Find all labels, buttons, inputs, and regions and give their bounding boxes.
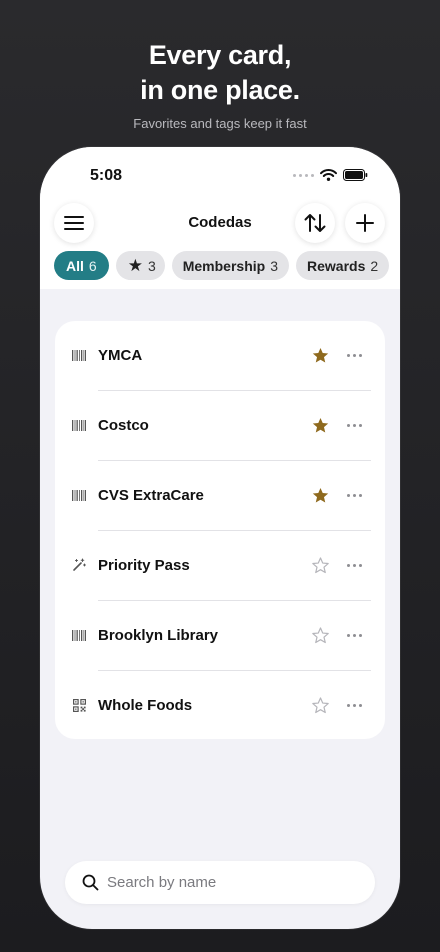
sort-arrows-icon (304, 214, 326, 232)
filter-chip-rewards[interactable]: Rewards 2 (296, 251, 390, 280)
barcode-icon (72, 488, 86, 502)
star-outline-icon[interactable] (311, 556, 330, 575)
search-input[interactable] (107, 861, 357, 904)
hero: Every card, in one place. Favorites and … (0, 38, 440, 131)
barcode-icon (72, 348, 86, 362)
card-name: Costco (98, 417, 149, 434)
list-item[interactable]: CVS ExtraCare (55, 461, 385, 531)
more-options-icon[interactable] (347, 424, 362, 427)
filter-chip-membership[interactable]: Membership 3 (171, 251, 289, 280)
barcode-icon (72, 628, 86, 642)
status-time: 5:08 (90, 167, 123, 184)
app-header: 5:08 Codedas All 6 ★ 3 Membership 3 Rewa… (40, 147, 400, 289)
star-filled-icon[interactable] (311, 486, 330, 505)
chip-count: 3 (270, 257, 278, 274)
search-bar[interactable] (65, 861, 375, 904)
chip-label: All (66, 257, 84, 274)
card-list: YMCA Costco CVS ExtraCare Priority Pass … (55, 321, 385, 739)
qr-code-icon (72, 698, 86, 712)
filter-chip-favorites[interactable]: ★ 3 (115, 251, 165, 280)
add-card-button[interactable] (345, 203, 385, 243)
magic-wand-icon (72, 558, 86, 572)
list-item[interactable]: Priority Pass (55, 531, 385, 601)
chip-label: Membership (182, 257, 266, 274)
list-item[interactable]: Brooklyn Library (55, 601, 385, 671)
card-name: YMCA (98, 347, 143, 364)
phone-frame: 5:08 Codedas All 6 ★ 3 Membership 3 Rewa… (40, 147, 400, 929)
filter-chips: All 6 ★ 3 Membership 3 Rewards 2 (54, 251, 390, 280)
more-options-icon[interactable] (347, 564, 362, 567)
nav-bar: Codedas (40, 203, 400, 243)
card-name: Priority Pass (98, 557, 190, 574)
more-options-icon[interactable] (347, 704, 362, 707)
hero-title-line-1: Every card, (148, 40, 292, 70)
more-options-icon[interactable] (347, 354, 362, 357)
status-icons (293, 169, 368, 181)
star-filled-icon[interactable] (311, 416, 330, 435)
chip-count: 3 (147, 257, 156, 274)
wifi-icon (320, 169, 337, 181)
more-options-icon[interactable] (347, 634, 362, 637)
hero-subtitle: Favorites and tags keep it fast (133, 116, 307, 131)
list-item[interactable]: Whole Foods (55, 671, 385, 741)
star-filled-icon[interactable] (311, 346, 330, 365)
sort-button[interactable] (295, 203, 335, 243)
battery-icon (343, 169, 368, 181)
card-name: Whole Foods (98, 697, 193, 714)
star-outline-icon[interactable] (311, 626, 330, 645)
barcode-icon (72, 418, 86, 432)
search-icon (82, 874, 99, 891)
list-item[interactable]: Costco (55, 391, 385, 461)
chip-count: 6 (88, 257, 97, 274)
plus-icon (356, 214, 374, 232)
star-outline-icon[interactable] (311, 696, 330, 715)
star-icon: ★ (127, 255, 143, 275)
card-name: Brooklyn Library (98, 627, 219, 644)
hero-title-line-2: in one place. (140, 75, 300, 105)
chip-count: 2 (370, 257, 379, 274)
card-name: CVS ExtraCare (98, 487, 204, 504)
more-options-icon[interactable] (347, 494, 362, 497)
list-item[interactable]: YMCA (55, 321, 385, 391)
filter-chip-all[interactable]: All 6 (54, 251, 109, 280)
chip-label: Rewards (307, 257, 366, 274)
signal-dots-icon (293, 173, 314, 177)
